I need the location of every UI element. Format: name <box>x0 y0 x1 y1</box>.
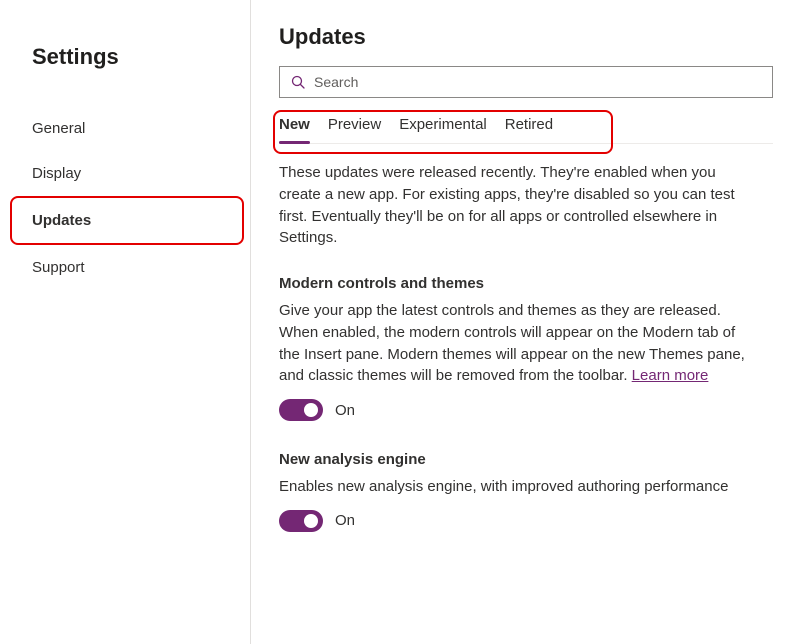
toggle-label-modern-controls: On <box>335 402 355 419</box>
tab-new[interactable]: New <box>279 116 310 135</box>
sidebar-title: Settings <box>0 44 250 106</box>
section-title-analysis-engine: New analysis engine <box>279 451 773 468</box>
page-title: Updates <box>279 24 773 50</box>
search-box[interactable] <box>279 66 773 98</box>
search-icon <box>290 74 306 90</box>
tab-preview[interactable]: Preview <box>328 116 381 135</box>
tab-experimental[interactable]: Experimental <box>399 116 487 135</box>
toggle-analysis-engine[interactable] <box>279 510 323 532</box>
section-desc-analysis-engine: Enables new analysis engine, with improv… <box>279 476 749 498</box>
section-title-modern-controls: Modern controls and themes <box>279 275 773 292</box>
sidebar-item-general[interactable]: General <box>0 106 250 151</box>
sidebar-item-display[interactable]: Display <box>0 151 250 196</box>
toggle-knob <box>304 403 318 417</box>
sidebar-item-updates[interactable]: Updates <box>10 196 244 245</box>
intro-text: These updates were released recently. Th… <box>279 162 749 249</box>
tab-retired[interactable]: Retired <box>505 116 553 135</box>
main-panel: Updates New Preview Experimental Retired… <box>251 0 801 644</box>
sidebar: Settings General Display Updates Support <box>0 0 251 644</box>
learn-more-link[interactable]: Learn more <box>632 367 709 384</box>
toggle-knob <box>304 514 318 528</box>
toggle-modern-controls[interactable] <box>279 399 323 421</box>
sidebar-item-support[interactable]: Support <box>0 245 250 290</box>
section-desc-modern-controls: Give your app the latest controls and th… <box>279 300 749 387</box>
toggle-label-analysis-engine: On <box>335 512 355 529</box>
toggle-row-modern-controls: On <box>279 399 773 421</box>
tabs-container: New Preview Experimental Retired <box>279 116 773 144</box>
search-input[interactable] <box>314 74 762 90</box>
toggle-row-analysis-engine: On <box>279 510 773 532</box>
